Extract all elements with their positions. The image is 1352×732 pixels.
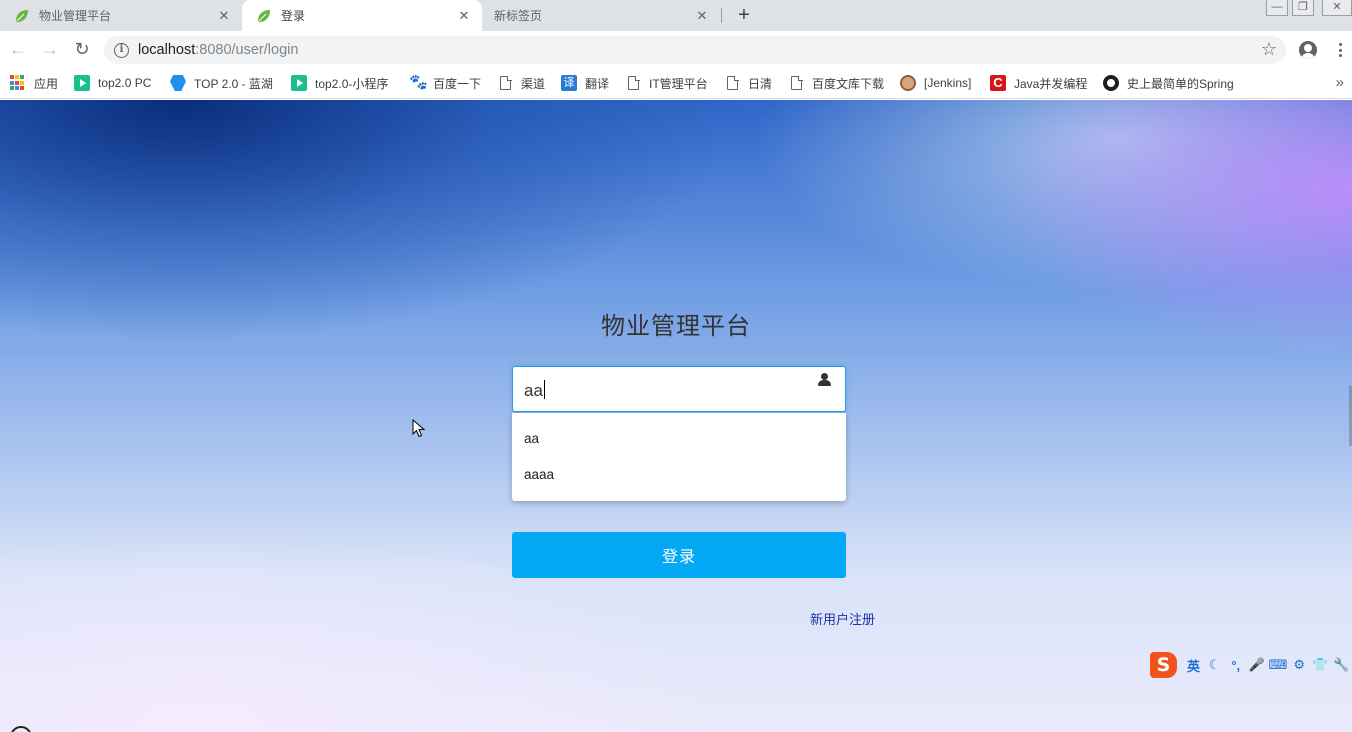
bookmark-star-icon[interactable]: ☆	[1261, 39, 1277, 60]
jenkins-icon	[900, 75, 916, 91]
bookmark-label: 翻译	[585, 76, 610, 91]
document-icon	[628, 75, 640, 90]
skin-shirt-icon[interactable]: 👕	[1310, 657, 1331, 673]
play-icon	[74, 75, 90, 91]
bookmark-lanhu[interactable]: TOP 2.0 - 蓝湖	[170, 73, 273, 93]
back-button[interactable]: ←	[6, 37, 30, 61]
bookmark-java-concurrency[interactable]: C Java并发编程	[990, 73, 1087, 93]
url-path: :8080/user/login	[195, 42, 299, 58]
bookmark-it-platform[interactable]: IT管理平台	[626, 73, 708, 93]
bookmark-jenkins[interactable]: [Jenkins]	[900, 73, 971, 93]
bookmark-label: IT管理平台	[649, 76, 708, 91]
reload-button[interactable]: ↻	[70, 37, 94, 61]
bookmarks-bar: 应用 top2.0 PC TOP 2.0 - 蓝湖 top2.0-小程序 🐾 百…	[0, 68, 1352, 99]
csdn-icon: C	[990, 75, 1006, 91]
ime-language-toggle[interactable]: 英	[1183, 656, 1204, 675]
document-icon	[500, 75, 512, 90]
browser-toolbar: ← → ↻ i localhost:8080/user/login ☆	[0, 31, 1352, 68]
bookmark-translate[interactable]: 译 翻译	[561, 73, 609, 93]
autocomplete-dropdown: aa aaaa	[512, 413, 846, 501]
tab-close-icon[interactable]: ✕	[216, 8, 232, 24]
tab-property-platform[interactable]: 物业管理平台 ✕	[0, 0, 242, 31]
profile-avatar-icon[interactable]	[1299, 41, 1317, 59]
bookmark-label: 应用	[34, 76, 59, 91]
apps-grid-icon	[10, 75, 26, 91]
more-bookmarks-chevron-icon[interactable]: »	[1336, 74, 1344, 91]
login-page: 物业管理平台 aa aa aaaa 登录 新用户注册 S 英 ☾ °, 🎤 ⌨ …	[0, 100, 1352, 732]
tab-title: 新标签页	[494, 9, 543, 23]
tab-separator	[721, 8, 722, 23]
baidu-paw-icon: 🐾	[409, 74, 428, 91]
github-icon	[1103, 75, 1119, 91]
punctuation-icon[interactable]: °,	[1225, 658, 1246, 673]
restore-button[interactable]: ❐	[1292, 0, 1314, 16]
keyboard-icon[interactable]: ⌨	[1267, 657, 1288, 673]
moon-icon[interactable]: ☾	[1204, 657, 1225, 673]
spring-leaf-icon	[258, 9, 270, 22]
login-button[interactable]: 登录	[512, 532, 846, 578]
address-bar[interactable]: i localhost:8080/user/login ☆	[104, 36, 1286, 64]
url-text[interactable]: localhost:8080/user/login	[138, 42, 298, 58]
tab-close-icon[interactable]: ✕	[456, 8, 472, 24]
bookmark-label: top2.0 PC	[98, 76, 152, 90]
tab-title: 物业管理平台	[39, 9, 112, 23]
close-window-button[interactable]: ✕	[1322, 0, 1352, 16]
bookmark-top2-miniprogram[interactable]: top2.0-小程序	[291, 73, 388, 93]
bookmark-label: 渠道	[521, 76, 546, 91]
settings-icon[interactable]: ⚙	[1289, 657, 1310, 673]
autocomplete-option[interactable]: aaaa	[512, 457, 846, 493]
bookmark-label: 百度一下	[433, 76, 482, 91]
bookmark-top2-pc[interactable]: top2.0 PC	[74, 73, 151, 93]
autocomplete-option[interactable]: aa	[512, 421, 846, 457]
tab-strip: 物业管理平台 ✕ 登录 ✕ 新标签页 ✕ + — ❐ ✕	[0, 0, 1352, 31]
wrench-icon[interactable]: 🔧	[1331, 657, 1352, 673]
document-icon	[727, 75, 739, 90]
bookmark-wenku[interactable]: 百度文库下载	[789, 73, 884, 93]
user-icon	[818, 373, 832, 387]
bookmark-apps[interactable]: 应用	[10, 73, 58, 93]
bookmark-label: TOP 2.0 - 蓝湖	[194, 76, 273, 91]
bookmark-label: 日清	[748, 76, 773, 91]
new-tab-button[interactable]: +	[732, 4, 756, 28]
url-host: localhost	[138, 42, 196, 58]
forward-button[interactable]: →	[38, 37, 62, 61]
bookmark-channel[interactable]: 渠道	[498, 73, 545, 93]
minimize-button[interactable]: —	[1266, 0, 1288, 16]
mouse-cursor-icon	[412, 419, 426, 438]
bookmark-label: 史上最简单的Spring	[1127, 76, 1234, 91]
tab-new-tab[interactable]: 新标签页 ✕	[480, 0, 720, 31]
bookmark-label: top2.0-小程序	[315, 76, 389, 91]
bookmark-label: 百度文库下载	[812, 76, 885, 91]
lanhu-icon	[170, 75, 186, 91]
page-title: 物业管理平台	[601, 313, 751, 340]
spring-leaf-icon	[16, 9, 28, 22]
microphone-icon[interactable]: 🎤	[1246, 657, 1267, 673]
tab-title: 登录	[281, 9, 306, 23]
tab-close-icon[interactable]: ✕	[694, 8, 710, 24]
site-info-icon[interactable]: i	[114, 42, 129, 58]
bookmark-label: [Jenkins]	[924, 76, 972, 90]
username-input[interactable]: aa	[512, 366, 846, 412]
bookmark-spring[interactable]: 史上最简单的Spring	[1103, 73, 1234, 93]
sogou-logo-icon[interactable]: S	[1150, 652, 1177, 678]
register-link[interactable]: 新用户注册	[810, 609, 875, 628]
play-icon	[291, 75, 307, 91]
bookmark-riqing[interactable]: 日清	[725, 73, 772, 93]
bookmark-label: Java并发编程	[1014, 76, 1088, 91]
bookmark-baidu[interactable]: 🐾 百度一下	[409, 73, 481, 93]
translate-icon: 译	[561, 75, 577, 91]
tab-login[interactable]: 登录 ✕	[242, 0, 482, 31]
browser-menu-icon[interactable]	[1334, 43, 1346, 59]
text-caret	[543, 380, 545, 399]
ime-toolbar: S 英 ☾ °, 🎤 ⌨ ⚙ 👕 🔧	[1150, 650, 1352, 680]
circle-icon	[10, 726, 32, 732]
username-value: aa	[524, 380, 545, 400]
document-icon	[791, 75, 803, 90]
